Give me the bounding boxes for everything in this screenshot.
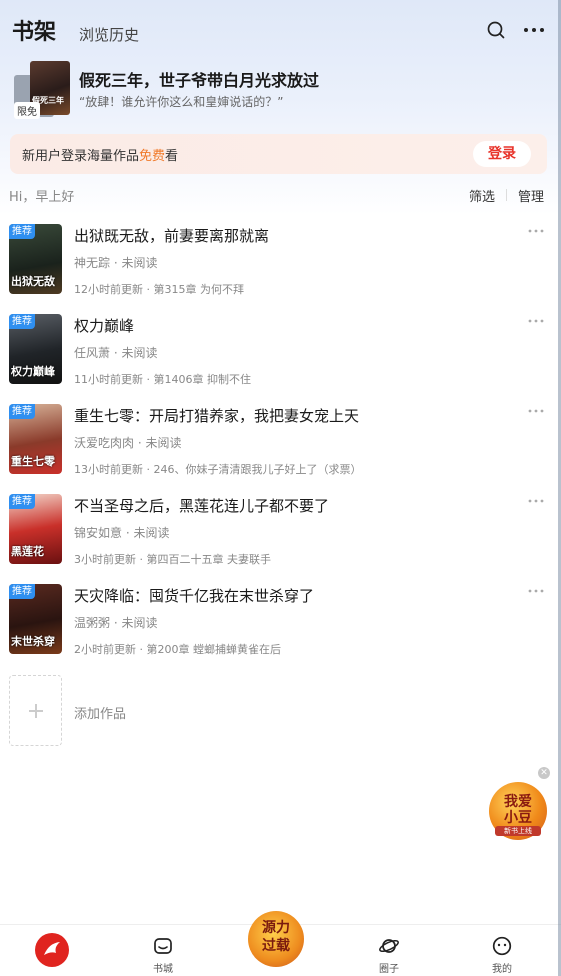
- nav-label: 我的: [492, 964, 512, 975]
- book-author: 神无踪 · 未阅读: [74, 256, 158, 270]
- more-options-icon[interactable]: [527, 404, 545, 418]
- header: 书架 浏览历史: [0, 0, 561, 60]
- smile-face-icon: [492, 936, 512, 956]
- book-cover[interactable]: 末世杀穿 推荐: [9, 584, 62, 654]
- recommend-badge: 推荐: [9, 584, 35, 599]
- promo-float-button[interactable]: 我爱 小豆 新书上线: [489, 782, 547, 840]
- filter-button[interactable]: 筛选: [469, 186, 495, 205]
- recommend-badge: 推荐: [9, 224, 35, 239]
- book-item[interactable]: 出狱无敌 推荐 出狱既无敌，前妻要离那就离 神无踪 · 未阅读 12小时前更新 …: [0, 224, 561, 314]
- book-cover[interactable]: 权力巅峰 推荐: [9, 314, 62, 384]
- book-author: 任风萧 · 未阅读: [74, 346, 158, 360]
- more-options-icon[interactable]: [527, 224, 545, 238]
- login-button[interactable]: 登录: [473, 141, 531, 167]
- login-banner-text: 新用户登录海量作品免费看: [22, 149, 179, 164]
- featured-book[interactable]: 假死三年 限免 假死三年，世子爷带白月光求放过 “放肆！谁允许你这么和皇婶说话的…: [10, 60, 550, 124]
- book-title: 出狱既无敌，前妻要离那就离: [74, 227, 270, 245]
- book-title: 不当圣母之后，黑莲花连儿子都不要了: [74, 497, 330, 515]
- recommend-badge: 推荐: [9, 404, 35, 419]
- recommend-badge: 推荐: [9, 494, 35, 509]
- nav-label: 圈子: [379, 964, 399, 975]
- book-title: 天灾降临：囤货千亿我在末世杀穿了: [74, 587, 315, 605]
- recommend-badge: 推荐: [9, 314, 35, 329]
- page-title[interactable]: 书架: [12, 14, 56, 46]
- book-cover[interactable]: 黑莲花 推荐: [9, 494, 62, 564]
- toolbar-divider: [506, 189, 507, 201]
- book-item[interactable]: 末世杀穿 推荐 天灾降临：囤货千亿我在末世杀穿了 温粥粥 · 未阅读 2小时前更…: [0, 584, 561, 674]
- more-options-icon[interactable]: [527, 494, 545, 508]
- book-update: 13小时前更新 · 246、你妹子清清跟我儿子好上了（求票）: [74, 463, 362, 476]
- planet-icon: [379, 939, 399, 953]
- book-update: 2小时前更新 · 第200章 螳螂捕蝉黄雀在后: [74, 643, 281, 656]
- book-cover[interactable]: 出狱无敌 推荐: [9, 224, 62, 294]
- book-author: 沃爱吃肉肉 · 未阅读: [74, 436, 182, 450]
- bookshelf-page: 书架 浏览历史 假死三年 限免 假死三年，世子爷带白月光求放过 “放肆！谁允许你…: [0, 0, 561, 976]
- nav-label: 书城: [153, 964, 173, 975]
- app-logo-icon: [35, 933, 69, 967]
- book-title: 权力巅峰: [74, 317, 135, 335]
- nav-bookstore[interactable]: 书城: [133, 925, 193, 976]
- book-update: 11小时前更新 · 第1406章 抑制不住: [74, 373, 251, 386]
- more-icon[interactable]: [522, 20, 546, 40]
- nav-bookshelf[interactable]: [20, 925, 80, 976]
- book-cover[interactable]: 重生七零 推荐: [9, 404, 62, 474]
- nav-circle[interactable]: 圈子: [359, 925, 419, 976]
- featured-quote: “放肆！谁允许你这么和皇婶说话的？”: [79, 95, 284, 109]
- tab-browse-history[interactable]: 浏览历史: [79, 24, 139, 45]
- book-author: 锦安如意 · 未阅读: [74, 526, 170, 540]
- login-banner[interactable]: 新用户登录海量作品免费看 登录: [10, 134, 547, 174]
- book-update: 12小时前更新 · 第315章 为何不拜: [74, 283, 244, 296]
- book-item[interactable]: 权力巅峰 推荐 权力巅峰 任风萧 · 未阅读 11小时前更新 · 第1406章 …: [0, 314, 561, 404]
- book-item[interactable]: 黑莲花 推荐 不当圣母之后，黑莲花连儿子都不要了 锦安如意 · 未阅读 3小时前…: [0, 494, 561, 584]
- bookstore-icon: [154, 938, 172, 954]
- book-item[interactable]: 重生七零 推荐 重生七零：开局打猎养家，我把妻女宠上天 沃爱吃肉肉 · 未阅读 …: [0, 404, 561, 494]
- add-work-button[interactable]: [9, 675, 62, 746]
- more-options-icon[interactable]: [527, 584, 545, 598]
- nav-center-promo-button[interactable]: 源力 过载: [248, 911, 304, 967]
- book-update: 3小时前更新 · 第四百二十五章 夫妻联手: [74, 553, 271, 566]
- nav-mine[interactable]: 我的: [472, 925, 532, 976]
- more-options-icon[interactable]: [527, 314, 545, 328]
- featured-title: 假死三年，世子爷带白月光求放过: [79, 71, 320, 90]
- limited-free-badge: 限免: [14, 102, 40, 119]
- search-icon[interactable]: [486, 20, 506, 40]
- add-work-label[interactable]: 添加作品: [74, 703, 126, 722]
- close-icon[interactable]: ✕: [538, 767, 550, 779]
- manage-button[interactable]: 管理: [518, 186, 544, 205]
- greeting: Hi，早上好: [9, 190, 75, 205]
- book-title: 重生七零：开局打猎养家，我把妻女宠上天: [74, 407, 360, 425]
- book-author: 温粥粥 · 未阅读: [74, 616, 158, 630]
